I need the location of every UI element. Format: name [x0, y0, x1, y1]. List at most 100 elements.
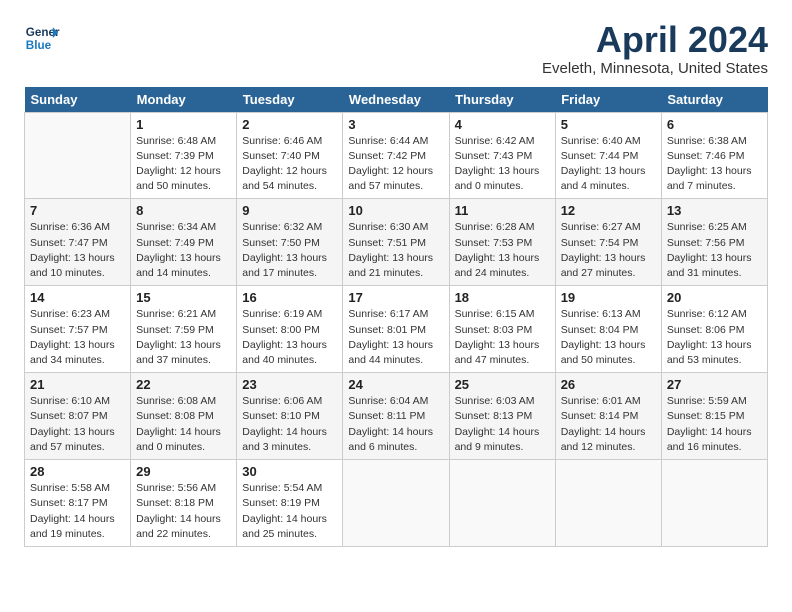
day-header-wednesday: Wednesday — [343, 87, 449, 113]
day-info: Sunrise: 6:46 AMSunset: 7:40 PMDaylight:… — [242, 134, 337, 195]
day-info: Sunrise: 6:34 AMSunset: 7:49 PMDaylight:… — [136, 220, 231, 281]
day-number: 5 — [561, 117, 656, 132]
day-info: Sunrise: 6:28 AMSunset: 7:53 PMDaylight:… — [455, 220, 550, 281]
calendar-week-4: 21 Sunrise: 6:10 AMSunset: 8:07 PMDayligh… — [25, 373, 768, 460]
day-number: 2 — [242, 117, 337, 132]
day-number: 12 — [561, 203, 656, 218]
day-number: 1 — [136, 117, 231, 132]
day-info: Sunrise: 6:10 AMSunset: 8:07 PMDaylight:… — [30, 394, 125, 455]
day-info: Sunrise: 6:36 AMSunset: 7:47 PMDaylight:… — [30, 220, 125, 281]
day-number: 20 — [667, 290, 762, 305]
day-number: 21 — [30, 377, 125, 392]
day-number: 13 — [667, 203, 762, 218]
day-header-thursday: Thursday — [449, 87, 555, 113]
calendar-cell: 15 Sunrise: 6:21 AMSunset: 7:59 PMDayligh… — [131, 286, 237, 373]
calendar-cell: 17 Sunrise: 6:17 AMSunset: 8:01 PMDayligh… — [343, 286, 449, 373]
day-header-sunday: Sunday — [25, 87, 131, 113]
day-info: Sunrise: 6:12 AMSunset: 8:06 PMDaylight:… — [667, 307, 762, 368]
calendar-cell: 29Sunrise: 5:56 AMSunset: 8:18 PMDayligh… — [131, 460, 237, 547]
day-info: Sunrise: 6:42 AMSunset: 7:43 PMDaylight:… — [455, 134, 550, 195]
calendar-cell: 14 Sunrise: 6:23 AMSunset: 7:57 PMDayligh… — [25, 286, 131, 373]
day-number: 9 — [242, 203, 337, 218]
calendar-cell: 3Sunrise: 6:44 AMSunset: 7:42 PMDaylight… — [343, 112, 449, 199]
day-info: Sunrise: 6:03 AMSunset: 8:13 PMDaylight:… — [455, 394, 550, 455]
day-number: 26 — [561, 377, 656, 392]
calendar-cell: 9 Sunrise: 6:32 AMSunset: 7:50 PMDaylight… — [237, 199, 343, 286]
day-header-monday: Monday — [131, 87, 237, 113]
calendar-cell: 4 Sunrise: 6:42 AMSunset: 7:43 PMDaylight… — [449, 112, 555, 199]
calendar-cell: 16Sunrise: 6:19 AMSunset: 8:00 PMDayligh… — [237, 286, 343, 373]
day-info: Sunrise: 6:17 AMSunset: 8:01 PMDaylight:… — [348, 307, 443, 368]
day-header-friday: Friday — [555, 87, 661, 113]
day-info: Sunrise: 6:40 AMSunset: 7:44 PMDaylight:… — [561, 134, 656, 195]
day-info: Sunrise: 6:21 AMSunset: 7:59 PMDaylight:… — [136, 307, 231, 368]
calendar-cell: 20 Sunrise: 6:12 AMSunset: 8:06 PMDayligh… — [661, 286, 767, 373]
title-block: April 2024 Eveleth, Minnesota, United St… — [542, 20, 768, 77]
day-number: 25 — [455, 377, 550, 392]
day-header-saturday: Saturday — [661, 87, 767, 113]
header-row: SundayMondayTuesdayWednesdayThursdayFrid… — [25, 87, 768, 113]
day-number: 14 — [30, 290, 125, 305]
calendar-week-3: 14 Sunrise: 6:23 AMSunset: 7:57 PMDayligh… — [25, 286, 768, 373]
day-info: Sunrise: 6:15 AMSunset: 8:03 PMDaylight:… — [455, 307, 550, 368]
header: General Blue April 2024 Eveleth, Minneso… — [24, 20, 768, 77]
calendar-cell — [555, 460, 661, 547]
day-number: 4 — [455, 117, 550, 132]
calendar-cell: 22Sunrise: 6:08 AMSunset: 8:08 PMDayligh… — [131, 373, 237, 460]
calendar-cell: 1 Sunrise: 6:48 AMSunset: 7:39 PMDaylight… — [131, 112, 237, 199]
day-number: 19 — [561, 290, 656, 305]
day-header-tuesday: Tuesday — [237, 87, 343, 113]
day-number: 6 — [667, 117, 762, 132]
day-info: Sunrise: 6:08 AMSunset: 8:08 PMDaylight:… — [136, 394, 231, 455]
calendar-cell — [343, 460, 449, 547]
day-number: 16 — [242, 290, 337, 305]
calendar-week-5: 28Sunrise: 5:58 AMSunset: 8:17 PMDayligh… — [25, 460, 768, 547]
day-info: Sunrise: 6:25 AMSunset: 7:56 PMDaylight:… — [667, 220, 762, 281]
calendar-cell: 7 Sunrise: 6:36 AMSunset: 7:47 PMDaylight… — [25, 199, 131, 286]
svg-text:Blue: Blue — [26, 39, 52, 52]
day-number: 8 — [136, 203, 231, 218]
day-number: 24 — [348, 377, 443, 392]
day-info: Sunrise: 6:23 AMSunset: 7:57 PMDaylight:… — [30, 307, 125, 368]
calendar-cell: 8 Sunrise: 6:34 AMSunset: 7:49 PMDaylight… — [131, 199, 237, 286]
calendar-cell: 10 Sunrise: 6:30 AMSunset: 7:51 PMDayligh… — [343, 199, 449, 286]
calendar-cell — [661, 460, 767, 547]
calendar-week-2: 7 Sunrise: 6:36 AMSunset: 7:47 PMDaylight… — [25, 199, 768, 286]
calendar-table: SundayMondayTuesdayWednesdayThursdayFrid… — [24, 87, 768, 547]
calendar-cell: 18Sunrise: 6:15 AMSunset: 8:03 PMDayligh… — [449, 286, 555, 373]
month-title: April 2024 — [542, 20, 768, 60]
day-number: 7 — [30, 203, 125, 218]
day-info: Sunrise: 6:27 AMSunset: 7:54 PMDaylight:… — [561, 220, 656, 281]
day-number: 10 — [348, 203, 443, 218]
day-number: 11 — [455, 203, 550, 218]
day-info: Sunrise: 6:48 AMSunset: 7:39 PMDaylight:… — [136, 134, 231, 195]
day-number: 3 — [348, 117, 443, 132]
day-info: Sunrise: 6:32 AMSunset: 7:50 PMDaylight:… — [242, 220, 337, 281]
day-info: Sunrise: 5:59 AMSunset: 8:15 PMDaylight:… — [667, 394, 762, 455]
calendar-cell: 2 Sunrise: 6:46 AMSunset: 7:40 PMDaylight… — [237, 112, 343, 199]
day-number: 17 — [348, 290, 443, 305]
calendar-cell: 5 Sunrise: 6:40 AMSunset: 7:44 PMDaylight… — [555, 112, 661, 199]
calendar-cell: 24 Sunrise: 6:04 AMSunset: 8:11 PMDayligh… — [343, 373, 449, 460]
day-info: Sunrise: 5:58 AMSunset: 8:17 PMDaylight:… — [30, 481, 125, 542]
logo: General Blue — [24, 20, 60, 56]
calendar-cell: 27Sunrise: 5:59 AMSunset: 8:15 PMDayligh… — [661, 373, 767, 460]
calendar-cell: 30Sunrise: 5:54 AMSunset: 8:19 PMDayligh… — [237, 460, 343, 547]
day-info: Sunrise: 6:06 AMSunset: 8:10 PMDaylight:… — [242, 394, 337, 455]
logo-icon: General Blue — [24, 20, 60, 56]
day-info: Sunrise: 6:04 AMSunset: 8:11 PMDaylight:… — [348, 394, 443, 455]
day-info: Sunrise: 6:30 AMSunset: 7:51 PMDaylight:… — [348, 220, 443, 281]
calendar-cell: 13 Sunrise: 6:25 AMSunset: 7:56 PMDayligh… — [661, 199, 767, 286]
calendar-cell: 12 Sunrise: 6:27 AMSunset: 7:54 PMDayligh… — [555, 199, 661, 286]
day-number: 29 — [136, 464, 231, 479]
calendar-cell: 19Sunrise: 6:13 AMSunset: 8:04 PMDayligh… — [555, 286, 661, 373]
day-number: 30 — [242, 464, 337, 479]
day-number: 15 — [136, 290, 231, 305]
calendar-cell — [449, 460, 555, 547]
calendar-cell: 28Sunrise: 5:58 AMSunset: 8:17 PMDayligh… — [25, 460, 131, 547]
calendar-week-1: 1 Sunrise: 6:48 AMSunset: 7:39 PMDaylight… — [25, 112, 768, 199]
calendar-cell: 21 Sunrise: 6:10 AMSunset: 8:07 PMDayligh… — [25, 373, 131, 460]
day-number: 23 — [242, 377, 337, 392]
calendar-cell: 25 Sunrise: 6:03 AMSunset: 8:13 PMDayligh… — [449, 373, 555, 460]
calendar-cell: 26Sunrise: 6:01 AMSunset: 8:14 PMDayligh… — [555, 373, 661, 460]
